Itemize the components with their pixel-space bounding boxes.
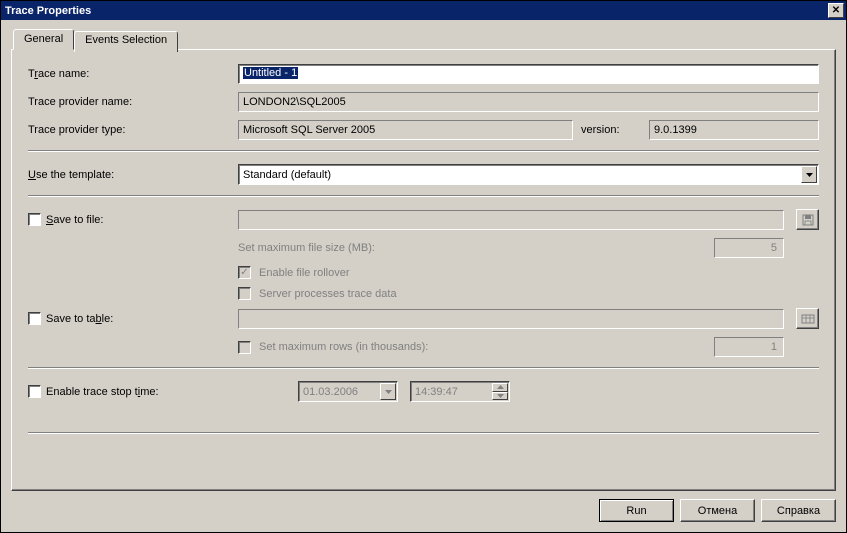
- stop-date-value: 01.03.2006: [299, 382, 379, 401]
- enable-rollover-checkbox: ✓: [238, 266, 251, 279]
- template-value: Standard (default): [239, 165, 800, 184]
- save-to-file-checkbox[interactable]: [28, 213, 41, 226]
- label-enable-rollover: Enable file rollover: [259, 267, 350, 279]
- stop-time-value: 14:39:47: [411, 382, 491, 401]
- provider-type-value: Microsoft SQL Server 2005: [243, 124, 375, 136]
- label-provider-name: Trace provider name:: [28, 96, 238, 108]
- run-button[interactable]: Run: [599, 499, 674, 522]
- label-max-file-size: Set maximum file size (MB):: [238, 242, 706, 254]
- max-rows-value: 1: [771, 341, 777, 353]
- window: Trace Properties ✕ General Events Select…: [0, 0, 847, 533]
- stop-time-field: 14:39:47: [410, 381, 510, 402]
- trace-name-value: Untitled - 1: [243, 67, 298, 79]
- separator: [28, 367, 819, 369]
- tab-events-selection[interactable]: Events Selection: [74, 31, 178, 52]
- close-button[interactable]: ✕: [828, 3, 844, 18]
- max-file-size-value: 5: [771, 242, 777, 254]
- help-button-label: Справка: [777, 505, 820, 517]
- label-max-rows: Set maximum rows (in thousands):: [259, 341, 706, 353]
- label-use-template: Use the template:: [28, 169, 238, 181]
- trace-name-input[interactable]: Untitled - 1: [238, 64, 819, 84]
- max-rows-field: 1: [714, 337, 784, 357]
- cancel-button[interactable]: Отмена: [680, 499, 755, 522]
- tabstrip: General Events Selection: [13, 28, 836, 49]
- chevron-down-icon: [492, 392, 508, 401]
- tab-general-label: General: [24, 33, 63, 45]
- label-version: version:: [581, 124, 641, 136]
- save-icon: [801, 213, 815, 227]
- table-icon: [801, 312, 815, 326]
- help-button[interactable]: Справка: [761, 499, 836, 522]
- check-icon: ✓: [240, 268, 248, 278]
- time-spinner: [492, 383, 508, 400]
- label-provider-type: Trace provider type:: [28, 124, 238, 136]
- label-trace-name: Trace name:: [28, 68, 238, 80]
- stop-date-field: 01.03.2006: [298, 381, 398, 402]
- max-rows-checkbox: [238, 341, 251, 354]
- provider-type-field: Microsoft SQL Server 2005: [238, 120, 573, 140]
- label-server-processes: Server processes trace data: [259, 288, 397, 300]
- version-value: 9.0.1399: [654, 124, 697, 136]
- panel-general: Trace name: Untitled - 1 Trace provider …: [11, 49, 836, 491]
- cancel-button-label: Отмена: [698, 505, 737, 517]
- save-to-table-check-row: Save to table:: [28, 312, 238, 325]
- client-area: General Events Selection Trace name: Unt…: [1, 20, 846, 532]
- titlebar: Trace Properties ✕: [1, 1, 846, 20]
- chevron-up-icon: [492, 383, 508, 392]
- provider-name-field: LONDON2\SQL2005: [238, 92, 819, 112]
- chevron-down-icon: [801, 166, 817, 183]
- label-save-to-table: Save to table:: [46, 313, 113, 325]
- browse-file-button[interactable]: [796, 209, 819, 230]
- window-title: Trace Properties: [5, 5, 828, 17]
- label-enable-stop-time: Enable trace stop time:: [46, 386, 159, 398]
- tab-general[interactable]: General: [13, 29, 74, 50]
- stop-time-check-row: Enable trace stop time:: [28, 385, 298, 398]
- save-to-table-checkbox[interactable]: [28, 312, 41, 325]
- button-row: Run Отмена Справка: [11, 491, 836, 522]
- label-save-to-file: Save to file:: [46, 214, 103, 226]
- separator: [28, 150, 819, 152]
- provider-name-value: LONDON2\SQL2005: [243, 96, 346, 108]
- separator: [28, 432, 819, 434]
- close-icon: ✕: [832, 6, 840, 16]
- run-button-label: Run: [626, 505, 646, 517]
- chevron-down-icon: [380, 383, 396, 400]
- enable-stop-time-checkbox[interactable]: [28, 385, 41, 398]
- version-field: 9.0.1399: [649, 120, 819, 140]
- save-to-file-check-row: Save to file:: [28, 213, 238, 226]
- browse-table-button[interactable]: [796, 308, 819, 329]
- save-table-field: [238, 309, 784, 329]
- tab-events-label: Events Selection: [85, 34, 167, 46]
- max-file-size-field: 5: [714, 238, 784, 258]
- separator: [28, 195, 819, 197]
- server-processes-checkbox: [238, 287, 251, 300]
- template-combo[interactable]: Standard (default): [238, 164, 819, 185]
- save-file-path-field: [238, 210, 784, 230]
